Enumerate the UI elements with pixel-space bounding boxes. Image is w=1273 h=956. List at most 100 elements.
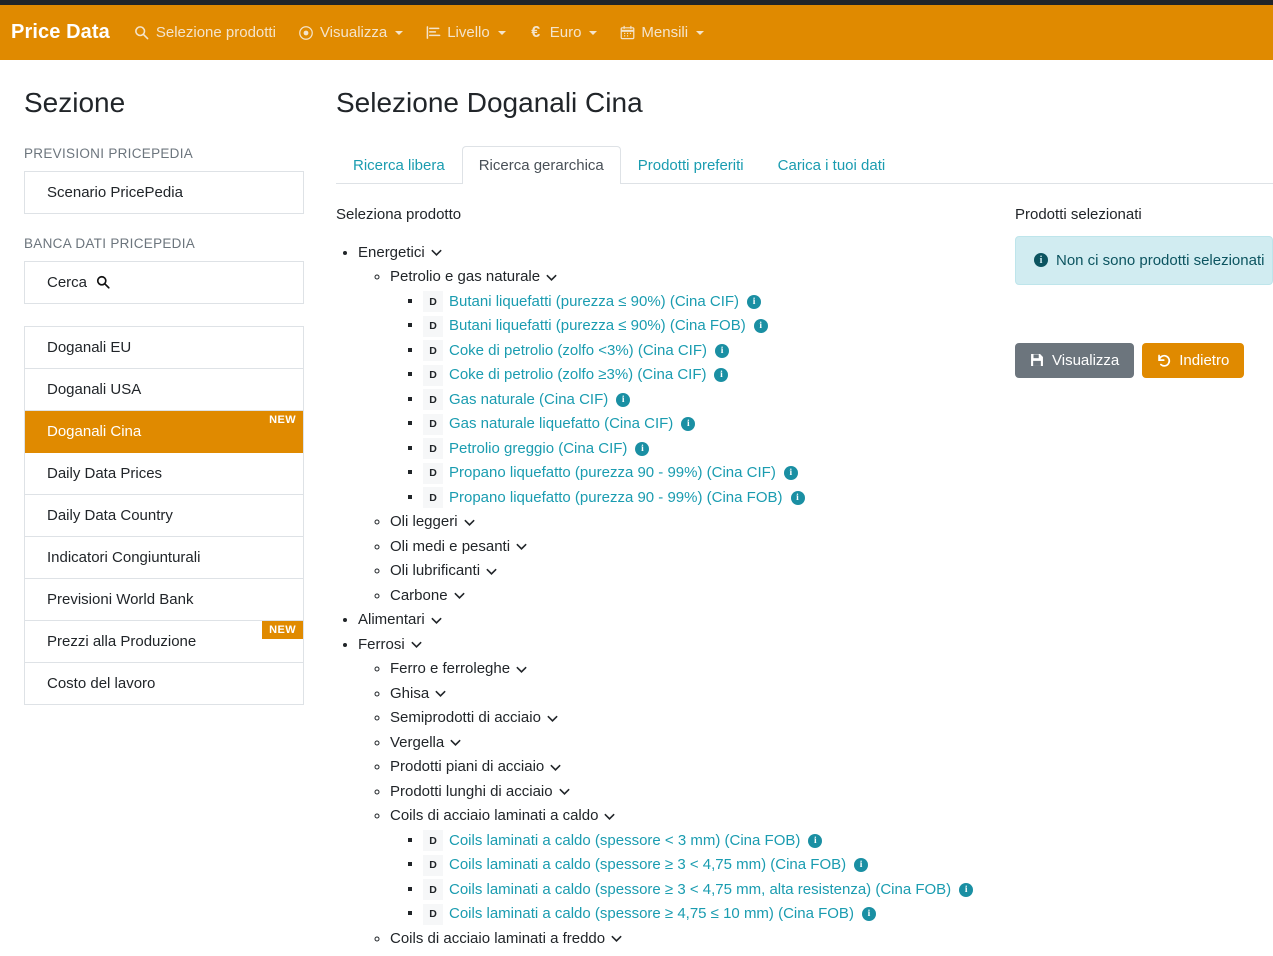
- product-link[interactable]: Coke di petrolio (zolfo <3%) (Cina CIF): [449, 339, 707, 364]
- product-link[interactable]: Gas naturale (Cina CIF): [449, 388, 608, 413]
- new-badge: NEW: [262, 410, 303, 429]
- tree-node-toggle[interactable]: Alimentari: [358, 608, 443, 633]
- sidebar-search-box: Cerca: [24, 260, 304, 304]
- chevron-down-icon: [610, 932, 623, 945]
- info-icon[interactable]: i: [753, 319, 768, 334]
- sidebar-item-label: Doganali Cina: [47, 422, 142, 440]
- tree-node-petrolio-e-gas-naturale: Petrolio e gas naturale D Butani: [390, 265, 993, 510]
- info-icon[interactable]: i: [959, 882, 974, 897]
- tree-node-toggle[interactable]: Ferrosi: [358, 633, 423, 658]
- sidebar-group-banca-dati: Doganali EU Doganali USA Doganali Cina N…: [24, 325, 304, 705]
- sidebar-item-label: Daily Data Country: [47, 506, 173, 524]
- sidebar-item-previsioni-world-bank[interactable]: Previsioni World Bank: [25, 578, 303, 621]
- sidebar-item-doganali-cina[interactable]: Doganali Cina NEW: [25, 410, 303, 453]
- main-navbar: Price Data Selezione prodotti Visualizza: [0, 5, 1273, 60]
- sidebar-item-doganali-usa[interactable]: Doganali USA: [25, 368, 303, 411]
- info-icon[interactable]: i: [715, 343, 730, 358]
- info-icon[interactable]: i: [635, 441, 650, 456]
- info-icon[interactable]: i: [714, 368, 729, 383]
- nav-item-visualizza[interactable]: Visualizza: [298, 24, 404, 41]
- tree-node-toggle[interactable]: Oli leggeri: [390, 510, 476, 535]
- data-badge: D: [423, 389, 443, 411]
- sidebar-item-scenario-pricepedia[interactable]: Scenario PricePedia: [25, 171, 303, 214]
- chevron-down-icon: [603, 810, 616, 823]
- sidebar-item-label: Costo del lavoro: [47, 674, 156, 692]
- tree-leaf: D Coke di petrolio (zolfo <3%) (Cina CIF…: [423, 339, 993, 364]
- tree-leaf: D Coke di petrolio (zolfo ≥3%) (Cina CIF…: [423, 363, 993, 388]
- tree-node-label: Semiprodotti di acciaio: [390, 709, 541, 727]
- sidebar-item-indicatori-congiunturali[interactable]: Indicatori Congiunturali: [25, 536, 303, 579]
- sidebar-item-daily-data-country[interactable]: Daily Data Country: [25, 494, 303, 537]
- align-left-chart-icon: [425, 25, 441, 41]
- sidebar-item-doganali-eu[interactable]: Doganali EU: [25, 326, 303, 369]
- sidebar-item-label: Scenario PricePedia: [47, 183, 183, 201]
- tree-node-carbone: Carbone: [390, 584, 993, 609]
- tree-node-toggle[interactable]: Ghisa: [390, 682, 447, 707]
- tab-carica-i-tuoi-dati[interactable]: Carica i tuoi dati: [761, 146, 903, 184]
- sidebar-item-daily-data-prices[interactable]: Daily Data Prices: [25, 452, 303, 495]
- tree-node-toggle[interactable]: Vergella: [390, 731, 462, 756]
- chevron-down-icon: [558, 785, 571, 798]
- info-icon[interactable]: i: [681, 417, 696, 432]
- tree-node-label: Coils di acciaio laminati a caldo: [390, 807, 599, 825]
- action-buttons: Visualizza Indietro: [1015, 342, 1273, 378]
- tree-node-toggle[interactable]: Carbone: [390, 584, 466, 609]
- info-icon[interactable]: i: [783, 466, 798, 481]
- product-link[interactable]: Butani liquefatti (purezza ≤ 90%) (Cina …: [449, 290, 739, 315]
- product-link[interactable]: Propano liquefatto (purezza 90 - 99%) (C…: [449, 486, 783, 511]
- info-icon[interactable]: i: [808, 833, 823, 848]
- nav-item-euro[interactable]: € Euro: [528, 24, 598, 41]
- tree-node-semiprodotti-di-acciaio: Semiprodotti di acciaio: [390, 706, 993, 731]
- tree-node-toggle[interactable]: Oli lubrificanti: [390, 559, 498, 584]
- product-link[interactable]: Coke di petrolio (zolfo ≥3%) (Cina CIF): [449, 363, 706, 388]
- tree-node-toggle[interactable]: Petrolio e gas naturale: [390, 265, 558, 290]
- nav-item-mensili[interactable]: Mensili: [619, 24, 705, 41]
- tree-node-toggle[interactable]: Prodotti piani di acciaio: [390, 755, 562, 780]
- product-link[interactable]: Butani liquefatti (purezza ≤ 90%) (Cina …: [449, 314, 746, 339]
- tree-node-toggle[interactable]: Semiprodotti di acciaio: [390, 706, 559, 731]
- product-link[interactable]: Gas naturale liquefatto (Cina CIF): [449, 412, 673, 437]
- indietro-button[interactable]: Indietro: [1142, 342, 1245, 378]
- tree-node-toggle[interactable]: Energetici: [358, 241, 443, 266]
- tree-leaf: D Coils laminati a caldo (spessore < 3 m…: [423, 829, 993, 854]
- sidebar-item-costo-del-lavoro[interactable]: Costo del lavoro: [25, 662, 303, 705]
- product-link[interactable]: Coils laminati a caldo (spessore ≥ 3 < 4…: [449, 878, 951, 903]
- brand-logo[interactable]: Price Data: [11, 21, 110, 44]
- visualizza-button[interactable]: Visualizza: [1015, 342, 1135, 378]
- tree-node-toggle[interactable]: Oli medi e pesanti: [390, 535, 528, 560]
- tree-node-toggle[interactable]: Coils di acciaio laminati a freddo: [390, 927, 623, 952]
- tree-node-ghisa: Ghisa: [390, 682, 993, 707]
- selected-products-label: Prodotti selezionati: [1015, 205, 1142, 223]
- info-icon[interactable]: i: [854, 858, 869, 873]
- tab-ricerca-libera[interactable]: Ricerca libera: [336, 146, 462, 184]
- nav-item-livello[interactable]: Livello: [425, 24, 506, 41]
- tree-node-toggle[interactable]: Prodotti lunghi di acciaio: [390, 780, 571, 805]
- sidebar-group-label-banca-dati: BANCA DATI PRICEPEDIA: [24, 235, 196, 251]
- selected-products-column: Prodotti selezionati i Non ci sono prodo…: [1003, 206, 1273, 378]
- no-products-alert: i Non ci sono prodotti selezionati: [1015, 235, 1273, 285]
- chevron-down-icon: [434, 687, 447, 700]
- tab-prodotti-preferiti[interactable]: Prodotti preferiti: [621, 146, 761, 184]
- product-link[interactable]: Propano liquefatto (purezza 90 - 99%) (C…: [449, 461, 776, 486]
- nav-item-label: Visualizza: [319, 24, 388, 41]
- sidebar-item-prezzi-alla-produzione[interactable]: Prezzi alla Produzione NEW: [25, 620, 303, 663]
- product-link[interactable]: Coils laminati a caldo (spessore < 3 mm)…: [449, 829, 800, 854]
- tree-node-toggle[interactable]: Ferro e ferroleghe: [390, 657, 528, 682]
- search-input[interactable]: Cerca: [25, 261, 303, 304]
- info-icon[interactable]: i: [616, 392, 631, 407]
- main-content: Selezione Doganali Cina Ricerca libera R…: [328, 60, 1273, 951]
- chevron-down-icon: [485, 565, 498, 578]
- product-link[interactable]: Coils laminati a caldo (spessore ≥ 4,75 …: [449, 902, 854, 927]
- info-icon[interactable]: i: [747, 294, 762, 309]
- tab-ricerca-gerarchica[interactable]: Ricerca gerarchica: [461, 145, 621, 184]
- calendar-icon: [619, 25, 635, 41]
- tree-node-toggle[interactable]: Coils di acciaio laminati a caldo: [390, 804, 616, 829]
- product-link[interactable]: Petrolio greggio (Cina CIF): [449, 437, 627, 462]
- nav-item-selezione-prodotti[interactable]: Selezione prodotti: [134, 24, 276, 41]
- product-link[interactable]: Coils laminati a caldo (spessore ≥ 3 < 4…: [449, 853, 846, 878]
- tree-children: Petrolio e gas naturale D Butani: [358, 265, 993, 608]
- chevron-down-icon: [497, 30, 506, 35]
- info-icon[interactable]: i: [861, 907, 876, 922]
- tree-leaf: D Coils laminati a caldo (spessore ≥ 4,7…: [423, 902, 993, 927]
- info-icon[interactable]: i: [790, 490, 805, 505]
